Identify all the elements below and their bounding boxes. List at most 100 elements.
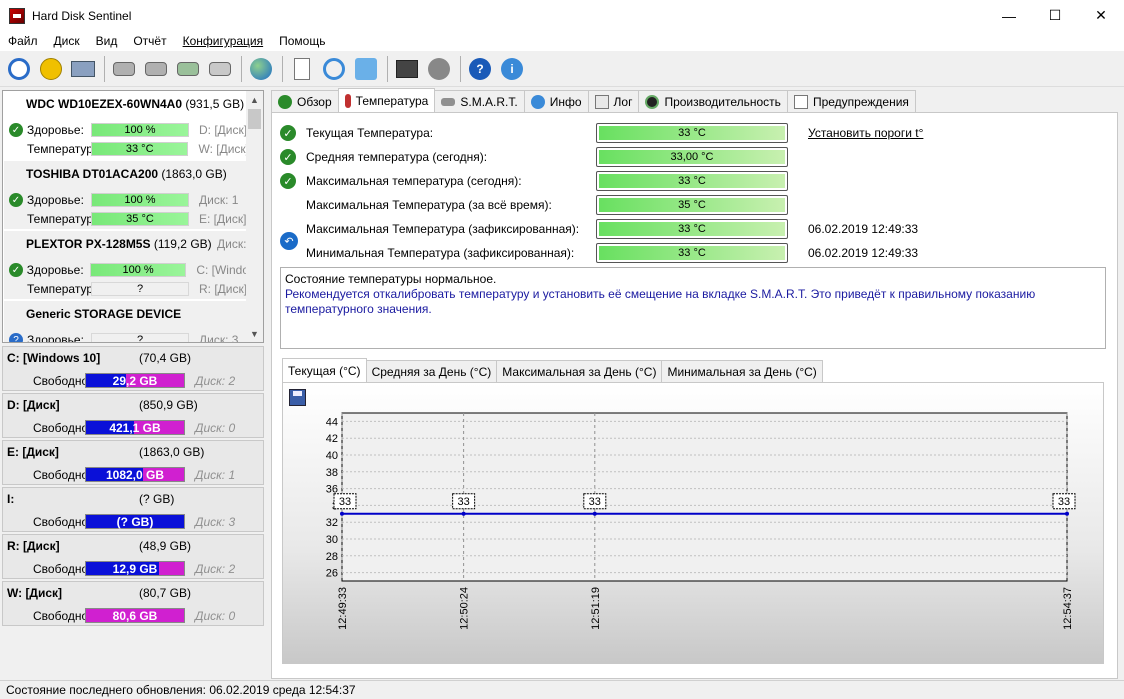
free-value: (? GB) xyxy=(116,514,154,529)
chart-tab-daily-max[interactable]: Максимальная за День (°C) xyxy=(496,360,663,382)
tab-temperature[interactable]: Температура xyxy=(337,88,436,112)
check-icon: ✓ xyxy=(9,193,23,207)
disk-card[interactable]: TOSHIBA DT01ACA200 (1863,0 GB) ✓ Здоровь… xyxy=(4,161,249,229)
disk-card[interactable]: PLEXTOR PX-128M5S (119,2 GB) Диск: 2 ✓ З… xyxy=(4,231,256,299)
tab-alerts[interactable]: Предупреждения xyxy=(786,90,916,112)
temp-row: Максимальная Температура (зафиксированна… xyxy=(280,219,1110,241)
tab-label: Производительность xyxy=(664,94,781,109)
health-label: Здоровье: xyxy=(27,123,84,137)
partition-link[interactable]: R: [Диск] xyxy=(199,282,247,296)
partition-link[interactable]: D: [Диск] xyxy=(199,123,247,137)
volume-disk[interactable]: Диск: 1 xyxy=(195,468,235,482)
temp-bar: 33 °C xyxy=(596,219,788,239)
disk-list-scrollbar[interactable]: ▲ ▼ xyxy=(246,91,263,342)
tab-label: S.M.A.R.T. xyxy=(460,94,518,109)
free-space-bar: 1082,0 GB xyxy=(85,467,185,482)
scroll-up-icon[interactable]: ▲ xyxy=(246,91,263,108)
toolbar: ? i xyxy=(0,51,1124,87)
tab-performance[interactable]: Производительность xyxy=(638,90,788,112)
disk-test-icon[interactable] xyxy=(109,54,139,84)
volume-name: C: [Windows 10] xyxy=(7,351,101,365)
menu-config[interactable]: Конфигурация xyxy=(175,34,272,48)
menu-disk[interactable]: Диск xyxy=(46,34,88,48)
tab-overview[interactable]: Обзор xyxy=(271,90,339,112)
disk-size: (1863,0 GB) xyxy=(161,167,227,181)
volume-item[interactable]: I: (? GB) Свободно (? GB) Диск: 3 xyxy=(2,487,264,532)
tab-label: Лог xyxy=(613,94,633,109)
reset-icon[interactable]: ↶ xyxy=(280,232,298,250)
tab-smart[interactable]: S.M.A.R.T. xyxy=(434,90,525,112)
disk-card[interactable]: WDC WD10EZEX-60WN4A0 (931,5 GB) ✓ Здоров… xyxy=(4,91,249,159)
set-thresholds-link[interactable]: Установить пороги t° xyxy=(808,126,923,140)
temperature-chart: 262830323363840424412:49:3312:50:2412:51… xyxy=(326,412,1076,630)
volume-item[interactable]: E: [Диск] (1863,0 GB) Свободно 1082,0 GB… xyxy=(2,440,264,485)
y-tick-label: 28 xyxy=(326,551,338,563)
partition-link[interactable]: C: [Windo xyxy=(196,263,249,277)
health-bar: 100 % xyxy=(89,263,187,277)
maximize-button[interactable]: ☐ xyxy=(1032,0,1078,31)
network-icon[interactable] xyxy=(351,54,381,84)
volume-item[interactable]: W: [Диск] (80,7 GB) Свободно 80,6 GB Дис… xyxy=(2,581,264,626)
help-icon[interactable]: ? xyxy=(465,54,495,84)
volume-disk[interactable]: Диск: 3 xyxy=(195,515,235,529)
volume-item[interactable]: R: [Диск] (48,9 GB) Свободно 12,9 GB Дис… xyxy=(2,534,264,579)
minimize-button[interactable]: — xyxy=(986,0,1032,31)
x-tick-label: 12:50:24 xyxy=(459,587,471,630)
report-icon[interactable] xyxy=(287,54,317,84)
right-panel: Обзор Температура S.M.A.R.T. Инфо Лог Пр… xyxy=(271,88,1119,680)
monitor-icon[interactable] xyxy=(392,54,422,84)
sync-icon[interactable] xyxy=(319,54,349,84)
disk-card[interactable]: Generic STORAGE DEVICE ? Здоровье: ? Дис… xyxy=(4,301,249,342)
disk-temp-row: Температура: 33 °C W: [Диск] xyxy=(4,140,249,158)
chart-tab-daily-avg[interactable]: Средняя за День (°C) xyxy=(365,360,498,382)
info-status-text: Состояние температуры нормальное. xyxy=(285,272,497,286)
volume-size: (48,9 GB) xyxy=(139,539,192,553)
disk-surface-icon[interactable] xyxy=(141,54,171,84)
menu-report[interactable]: Отчёт xyxy=(125,34,174,48)
volume-name: R: [Диск] xyxy=(7,539,60,553)
refresh-icon[interactable] xyxy=(4,54,34,84)
disk-icon xyxy=(441,97,456,106)
disk-settings-icon[interactable] xyxy=(205,54,235,84)
info-icon[interactable]: i xyxy=(497,54,527,84)
check-icon: ✓ xyxy=(9,263,23,277)
disk-model: Generic STORAGE DEVICE xyxy=(26,307,182,321)
x-tick-label: 12:49:33 xyxy=(337,587,349,630)
menu-view[interactable]: Вид xyxy=(88,34,126,48)
disk-size: (931,5 GB) xyxy=(185,97,245,111)
partition-link[interactable]: E: [Диск] xyxy=(199,212,246,226)
disk-icon[interactable] xyxy=(68,54,98,84)
tab-label: Обзор xyxy=(297,94,332,109)
partition-link[interactable]: W: [Диск] xyxy=(198,142,249,156)
volume-size: (? GB) xyxy=(139,492,175,506)
close-button[interactable]: ✕ xyxy=(1078,0,1124,31)
volume-disk[interactable]: Диск: 0 xyxy=(195,421,235,435)
partition-link[interactable]: Диск: 1 xyxy=(199,193,238,207)
scroll-down-icon[interactable]: ▼ xyxy=(246,325,263,342)
temp-label: Температура: xyxy=(26,142,103,156)
temp-row-label: Текущая Температура: xyxy=(306,126,434,140)
chart-tab-current[interactable]: Текущая (°C) xyxy=(282,358,367,382)
thermometer-icon xyxy=(344,93,351,108)
partition-link[interactable]: Диск: 3 xyxy=(199,333,238,342)
volume-disk[interactable]: Диск: 2 xyxy=(195,374,235,388)
volume-item[interactable]: D: [Диск] (850,9 GB) Свободно 421,1 GB Д… xyxy=(2,393,264,438)
tab-log[interactable]: Лог xyxy=(587,90,640,112)
volume-disk[interactable]: Диск: 0 xyxy=(195,609,235,623)
menu-help[interactable]: Помощь xyxy=(271,34,333,48)
scroll-thumb[interactable] xyxy=(248,109,261,129)
globe-icon[interactable] xyxy=(246,54,276,84)
alerts-icon xyxy=(793,94,808,109)
tab-info[interactable]: Инфо xyxy=(523,90,589,112)
warning-icon[interactable] xyxy=(36,54,66,84)
chart-tab-daily-min[interactable]: Минимальная за День (°C) xyxy=(661,360,823,382)
menu-file[interactable]: Файл xyxy=(0,34,46,48)
disk-health-row: ✓ Здоровье: 100 % D: [Диск] xyxy=(4,121,249,139)
temp-value: 33 °C xyxy=(678,175,706,187)
app-icon xyxy=(9,7,25,24)
volume-disk[interactable]: Диск: 2 xyxy=(195,562,235,576)
main-tabs: Обзор Температура S.M.A.R.T. Инфо Лог Пр… xyxy=(271,88,916,112)
sound-icon[interactable] xyxy=(424,54,454,84)
disk-ok-icon[interactable] xyxy=(173,54,203,84)
volume-item[interactable]: C: [Windows 10] (70,4 GB) Свободно 29,2 … xyxy=(2,346,264,391)
